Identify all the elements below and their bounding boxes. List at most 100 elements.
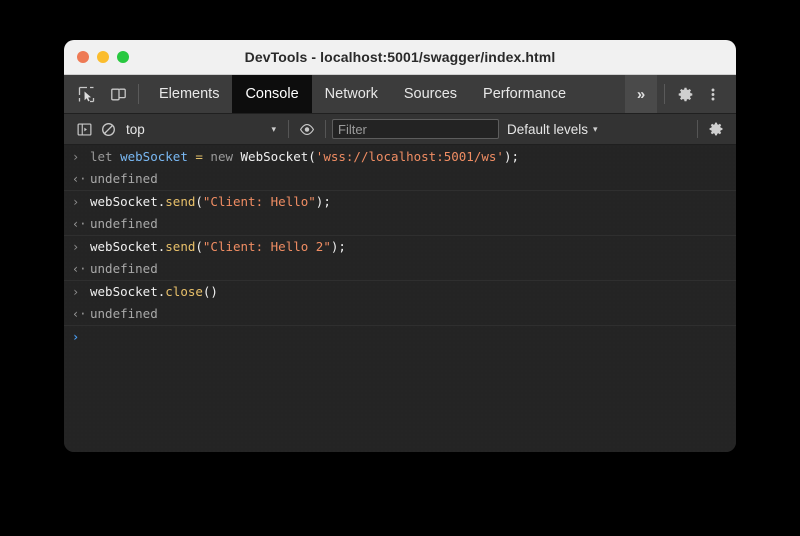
code-token: let [90, 149, 120, 164]
clear-console-icon [101, 122, 116, 137]
code-token: ); [316, 194, 331, 209]
console-message-prompt[interactable]: › [64, 325, 736, 348]
code-token: undefined [90, 216, 158, 231]
console-settings-gear-icon [708, 121, 724, 137]
console-message-input[interactable]: ›webSocket.send("Client: Hello"); [64, 190, 736, 213]
window-titlebar: DevTools - localhost:5001/swagger/index.… [64, 40, 736, 75]
console-message-text: undefined [90, 168, 730, 190]
device-toolbar-icon [110, 86, 127, 103]
code-token: 'wss://localhost:5001/ws' [316, 149, 504, 164]
tab-console-label: Console [245, 86, 298, 102]
chevron-down-icon: ▾ [271, 125, 276, 134]
console-input-marker-icon: › [72, 191, 90, 213]
settings-button[interactable] [672, 81, 698, 107]
tabstrip-right-icons [672, 75, 736, 113]
execution-context-selector[interactable]: top ▾ [120, 118, 282, 140]
console-message-text: undefined [90, 213, 730, 235]
live-expression-button[interactable] [295, 118, 319, 140]
code-token: ( [195, 194, 203, 209]
code-token: send [165, 239, 195, 254]
console-message-output[interactable]: ‹·undefined [64, 258, 736, 280]
chevron-down-icon: ▾ [593, 125, 598, 134]
console-filter-placeholder: Filter [338, 122, 367, 137]
code-token: "Client: Hello" [203, 194, 316, 209]
inspect-element-button[interactable] [73, 81, 99, 107]
console-message-list[interactable]: ›let webSocket = new WebSocket('wss://lo… [64, 145, 736, 452]
tabstrip-divider [138, 84, 139, 104]
code-token: () [203, 284, 218, 299]
window-title: DevTools - localhost:5001/swagger/index.… [64, 49, 736, 65]
console-input-marker-icon: › [72, 146, 90, 168]
code-token: ( [308, 149, 316, 164]
live-expression-eye-icon [299, 122, 315, 137]
console-message-output[interactable]: ‹·undefined [64, 168, 736, 190]
console-message-input[interactable]: ›let webSocket = new WebSocket('wss://lo… [64, 146, 736, 168]
tabstrip-right-divider [664, 84, 665, 104]
toolbar-divider-1 [288, 120, 289, 138]
log-levels-selector[interactable]: Default levels ▾ [499, 122, 606, 137]
console-message-text [90, 326, 730, 348]
code-token: ); [504, 149, 519, 164]
tabstrip-left-icons [64, 75, 131, 113]
toolbar-divider-2 [325, 120, 326, 138]
console-message-text: undefined [90, 258, 730, 280]
screen: DevTools - localhost:5001/swagger/index.… [0, 0, 800, 536]
device-toolbar-button[interactable] [105, 81, 131, 107]
tab-network[interactable]: Network [312, 75, 391, 113]
console-toolbar: top ▾ Filter Default levels ▾ [64, 114, 736, 145]
code-token: webSocket [90, 194, 158, 209]
console-output-marker-icon: ‹· [72, 303, 90, 325]
tab-console[interactable]: Console [232, 75, 311, 113]
console-message-output[interactable]: ‹·undefined [64, 213, 736, 235]
code-token: new [210, 149, 240, 164]
console-output-marker-icon: ‹· [72, 258, 90, 280]
close-window-button[interactable] [77, 51, 89, 63]
console-sidebar-toggle-button[interactable] [72, 118, 96, 140]
code-token: webSocket [90, 239, 158, 254]
more-options-icon [705, 86, 721, 103]
console-input-marker-icon: › [72, 236, 90, 258]
console-prompt-marker-icon: › [72, 326, 90, 348]
code-token: ); [331, 239, 346, 254]
code-token: undefined [90, 261, 158, 276]
console-settings-button[interactable] [704, 118, 728, 140]
code-token: webSocket [120, 149, 188, 164]
chevron-double-right-icon: » [637, 86, 645, 103]
code-token: send [165, 194, 195, 209]
execution-context-label: top [126, 122, 265, 137]
code-token: close [165, 284, 203, 299]
window-controls [77, 40, 129, 74]
console-filter-input[interactable]: Filter [332, 119, 499, 139]
clear-console-button[interactable] [96, 118, 120, 140]
console-output-marker-icon: ‹· [72, 213, 90, 235]
devtools-tabs: Elements Console Network Sources Perform… [146, 75, 625, 113]
code-token: undefined [90, 306, 158, 321]
console-output-marker-icon: ‹· [72, 168, 90, 190]
code-token: "Client: Hello 2" [203, 239, 331, 254]
console-message-input[interactable]: ›webSocket.close() [64, 280, 736, 303]
inspect-element-icon [78, 86, 95, 103]
more-tabs-button[interactable]: » [625, 75, 657, 113]
console-message-text: let webSocket = new WebSocket('wss://loc… [90, 146, 730, 168]
maximize-window-button[interactable] [117, 51, 129, 63]
console-message-text: webSocket.send("Client: Hello"); [90, 191, 730, 213]
tab-performance[interactable]: Performance [470, 75, 579, 113]
console-message-text: undefined [90, 303, 730, 325]
code-token: WebSocket [241, 149, 309, 164]
console-message-text: webSocket.send("Client: Hello 2"); [90, 236, 730, 258]
code-token: ( [195, 239, 203, 254]
console-sidebar-icon [77, 122, 92, 137]
tab-performance-label: Performance [483, 86, 566, 102]
customize-devtools-button[interactable] [700, 81, 726, 107]
console-message-output[interactable]: ‹·undefined [64, 303, 736, 325]
console-message-input[interactable]: ›webSocket.send("Client: Hello 2"); [64, 235, 736, 258]
code-token: webSocket [90, 284, 158, 299]
tab-sources[interactable]: Sources [391, 75, 470, 113]
log-levels-label: Default levels [507, 122, 588, 137]
minimize-window-button[interactable] [97, 51, 109, 63]
console-input-marker-icon: › [72, 281, 90, 303]
tab-elements[interactable]: Elements [146, 75, 232, 113]
tab-network-label: Network [325, 86, 378, 102]
code-token: = [188, 149, 211, 164]
toolbar-divider-3 [697, 120, 698, 138]
